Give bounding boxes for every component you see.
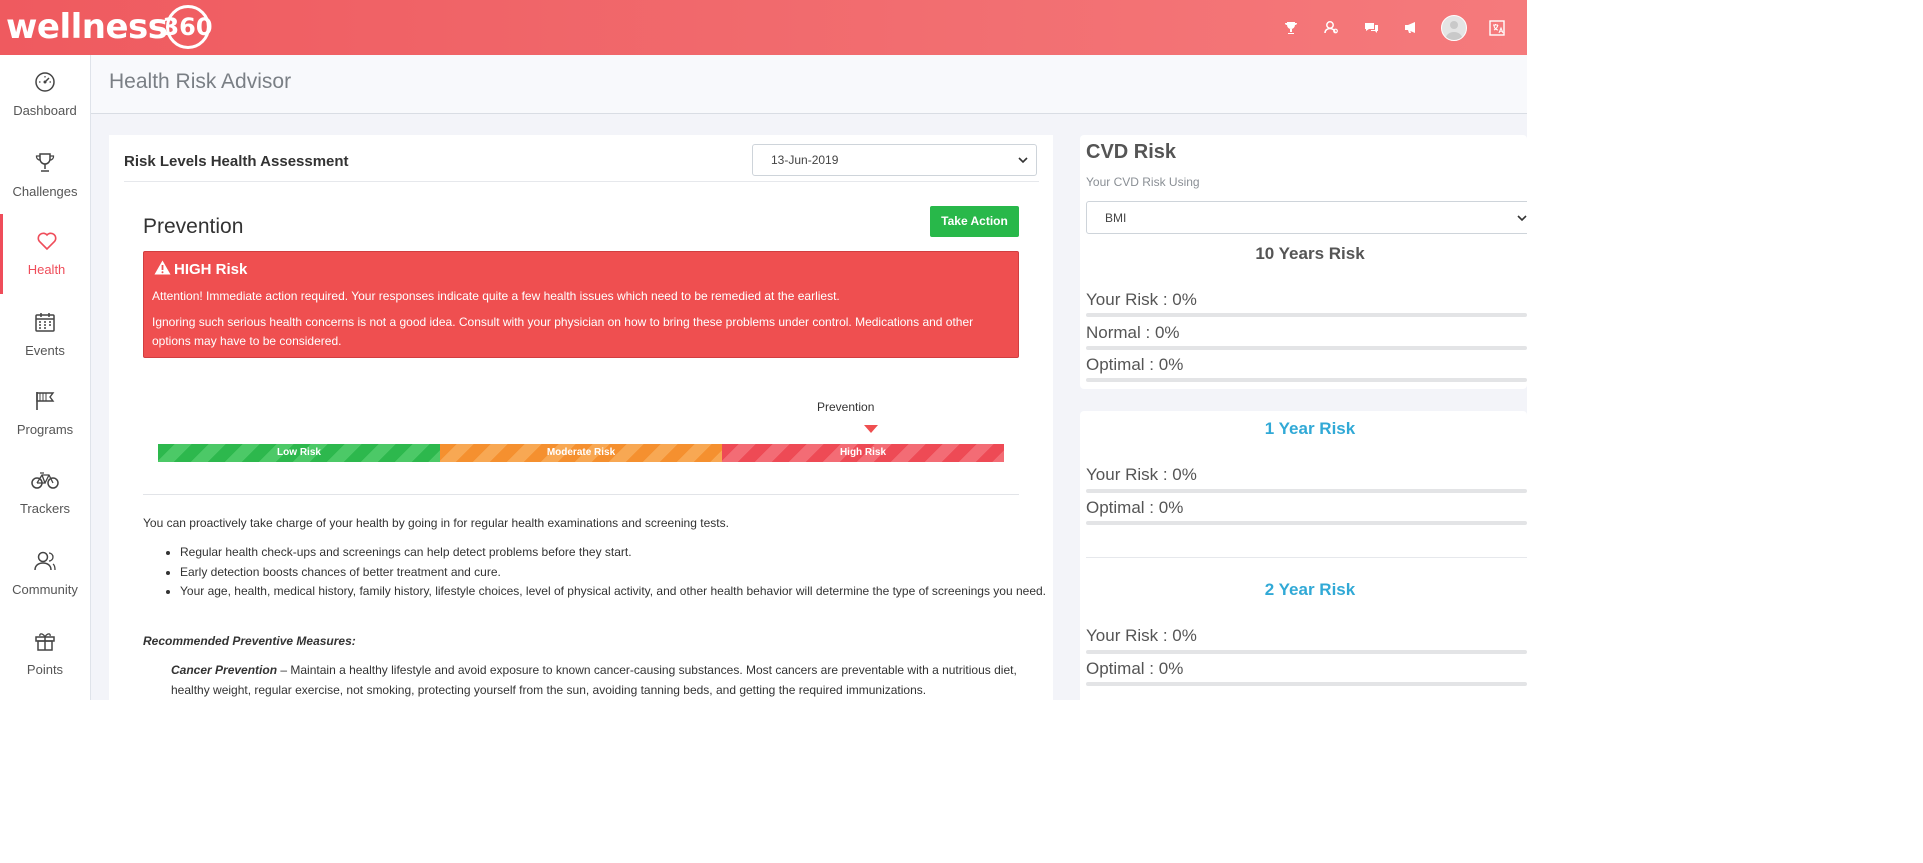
- advice-list: Regular health check-ups and screenings …: [143, 543, 1056, 602]
- page-header: Health Risk Advisor: [91, 55, 1527, 114]
- sidebar-item-label: Dashboard: [13, 103, 77, 118]
- speedometer-icon: [0, 69, 90, 95]
- cancer-prevention-label: Cancer Prevention: [171, 663, 278, 677]
- date-select-value: 13-Jun-2019: [771, 153, 839, 167]
- risk-bar: [1086, 521, 1527, 525]
- scale-segment-moderate: Moderate Risk: [440, 444, 722, 462]
- one-year-heading: 1 Year Risk: [1264, 419, 1356, 438]
- one-year-your-risk: Your Risk : 0%: [1086, 465, 1197, 484]
- brand-number: 360: [162, 5, 213, 49]
- cvd-method-select[interactable]: BMI: [1086, 201, 1527, 234]
- short-term-risk-card: 1 Year Risk Your Risk : 0% Optimal : 0% …: [1080, 411, 1527, 700]
- divider: [143, 494, 1019, 495]
- sidebar-item-events[interactable]: Events: [0, 295, 90, 375]
- recommended-heading: Recommended Preventive Measures:: [143, 634, 356, 648]
- avatar[interactable]: [1441, 14, 1467, 41]
- risk-bar: [1086, 682, 1527, 686]
- scale-segment-high: High Risk: [722, 444, 1004, 462]
- intro-text: You can proactively take charge of your …: [143, 516, 729, 530]
- scale-segment-low: Low Risk: [158, 444, 440, 462]
- sidebar-item-points[interactable]: Points: [0, 614, 90, 694]
- cvd-method-value: BMI: [1105, 211, 1127, 225]
- risk-bar: [1086, 378, 1527, 382]
- app-frame: wellness 360 Dashboard Challenges Health…: [0, 0, 1527, 700]
- top-icons: [1281, 0, 1507, 55]
- warning-icon: [154, 260, 171, 279]
- two-year-optimal: Optimal : 0%: [1086, 659, 1184, 678]
- sidebar-item-label: Programs: [16, 422, 74, 437]
- risk-bar: [1086, 346, 1527, 350]
- assessment-card: Risk Levels Health Assessment 13-Jun-201…: [109, 135, 1053, 700]
- risk-bar: [1086, 489, 1527, 493]
- sidebar-item-health[interactable]: Health: [0, 214, 90, 294]
- chevron-down-icon: [1517, 212, 1527, 226]
- sidebar-item-challenges[interactable]: Challenges: [0, 136, 90, 216]
- sidebar-item-label: Trackers: [19, 501, 71, 516]
- sidebar-item-programs[interactable]: Programs: [0, 374, 90, 454]
- brand-word: wellness: [6, 7, 168, 47]
- alert-line-2: Ignoring such serious health concerns is…: [152, 315, 974, 348]
- chat-icon[interactable]: [1361, 21, 1381, 34]
- sidebar-item-label: Health: [27, 262, 66, 277]
- trophy-icon: [0, 150, 90, 176]
- sidebar-item-label: Points: [26, 662, 64, 677]
- users-icon: [0, 548, 90, 574]
- section-title: Prevention: [143, 215, 244, 238]
- ten-year-your-risk: Your Risk : 0%: [1086, 290, 1197, 309]
- risk-scale: Low Risk Moderate Risk High Risk: [158, 444, 1004, 462]
- scale-marker-label: Prevention: [817, 400, 875, 414]
- user-search-icon[interactable]: [1321, 20, 1341, 35]
- alert-heading: HIGH Risk: [154, 260, 247, 279]
- page-title: Health Risk Advisor: [109, 70, 292, 93]
- ten-year-heading: 10 Years Risk: [1255, 244, 1365, 263]
- sidebar-item-dashboard[interactable]: Dashboard: [0, 55, 90, 135]
- top-bar: wellness 360: [0, 0, 1527, 55]
- brand-logo[interactable]: wellness 360: [6, 4, 213, 50]
- cvd-subtitle: Your CVD Risk Using: [1086, 175, 1200, 189]
- sidebar: Dashboard Challenges Health Events Progr…: [0, 55, 91, 700]
- ten-year-normal: Normal : 0%: [1086, 323, 1180, 342]
- alert-line-1: Attention! Immediate action required. Yo…: [152, 289, 840, 303]
- cvd-card: CVD Risk Your CVD Risk Using BMI 10 Year…: [1080, 135, 1527, 389]
- list-item: Early detection boosts chances of better…: [180, 563, 1056, 583]
- two-year-heading: 2 Year Risk: [1264, 580, 1356, 599]
- heart-icon: [3, 228, 90, 254]
- risk-bar: [1086, 313, 1527, 317]
- one-year-optimal: Optimal : 0%: [1086, 498, 1184, 517]
- sidebar-item-label: Community: [12, 582, 78, 597]
- cancer-prevention-text: – Maintain a healthy lifestyle and avoid…: [171, 663, 1017, 697]
- sidebar-item-community[interactable]: Community: [0, 534, 90, 614]
- sidebar-item-trackers[interactable]: Trackers: [0, 453, 90, 533]
- assessment-title: Risk Levels Health Assessment: [124, 153, 349, 170]
- flags-icon: [0, 388, 90, 414]
- risk-bar: [1086, 650, 1527, 654]
- ten-year-optimal: Optimal : 0%: [1086, 355, 1184, 374]
- scale-marker-icon: [864, 425, 878, 433]
- calendar-icon: [0, 309, 90, 335]
- take-action-button[interactable]: Take Action: [930, 206, 1019, 237]
- risk-alert: HIGH Risk Attention! Immediate action re…: [143, 251, 1019, 358]
- megaphone-icon[interactable]: [1401, 21, 1421, 34]
- alert-heading-text: HIGH Risk: [174, 261, 248, 278]
- gift-icon: [0, 628, 90, 654]
- sidebar-item-label: Challenges: [12, 184, 78, 199]
- chevron-down-icon: [1018, 154, 1028, 168]
- bicycle-icon: [0, 467, 90, 493]
- cancer-prevention: Cancer Prevention – Maintain a healthy l…: [171, 661, 1019, 700]
- date-select[interactable]: 13-Jun-2019: [752, 144, 1037, 176]
- divider: [124, 181, 1039, 182]
- two-year-your-risk: Your Risk : 0%: [1086, 626, 1197, 645]
- sidebar-item-label: Events: [25, 343, 65, 358]
- language-icon[interactable]: [1487, 19, 1507, 36]
- divider: [1086, 557, 1527, 558]
- list-item: Regular health check-ups and screenings …: [180, 543, 1056, 563]
- trophy-icon[interactable]: [1281, 21, 1301, 35]
- list-item: Your age, health, medical history, famil…: [180, 582, 1056, 602]
- cvd-title: CVD Risk: [1086, 141, 1177, 163]
